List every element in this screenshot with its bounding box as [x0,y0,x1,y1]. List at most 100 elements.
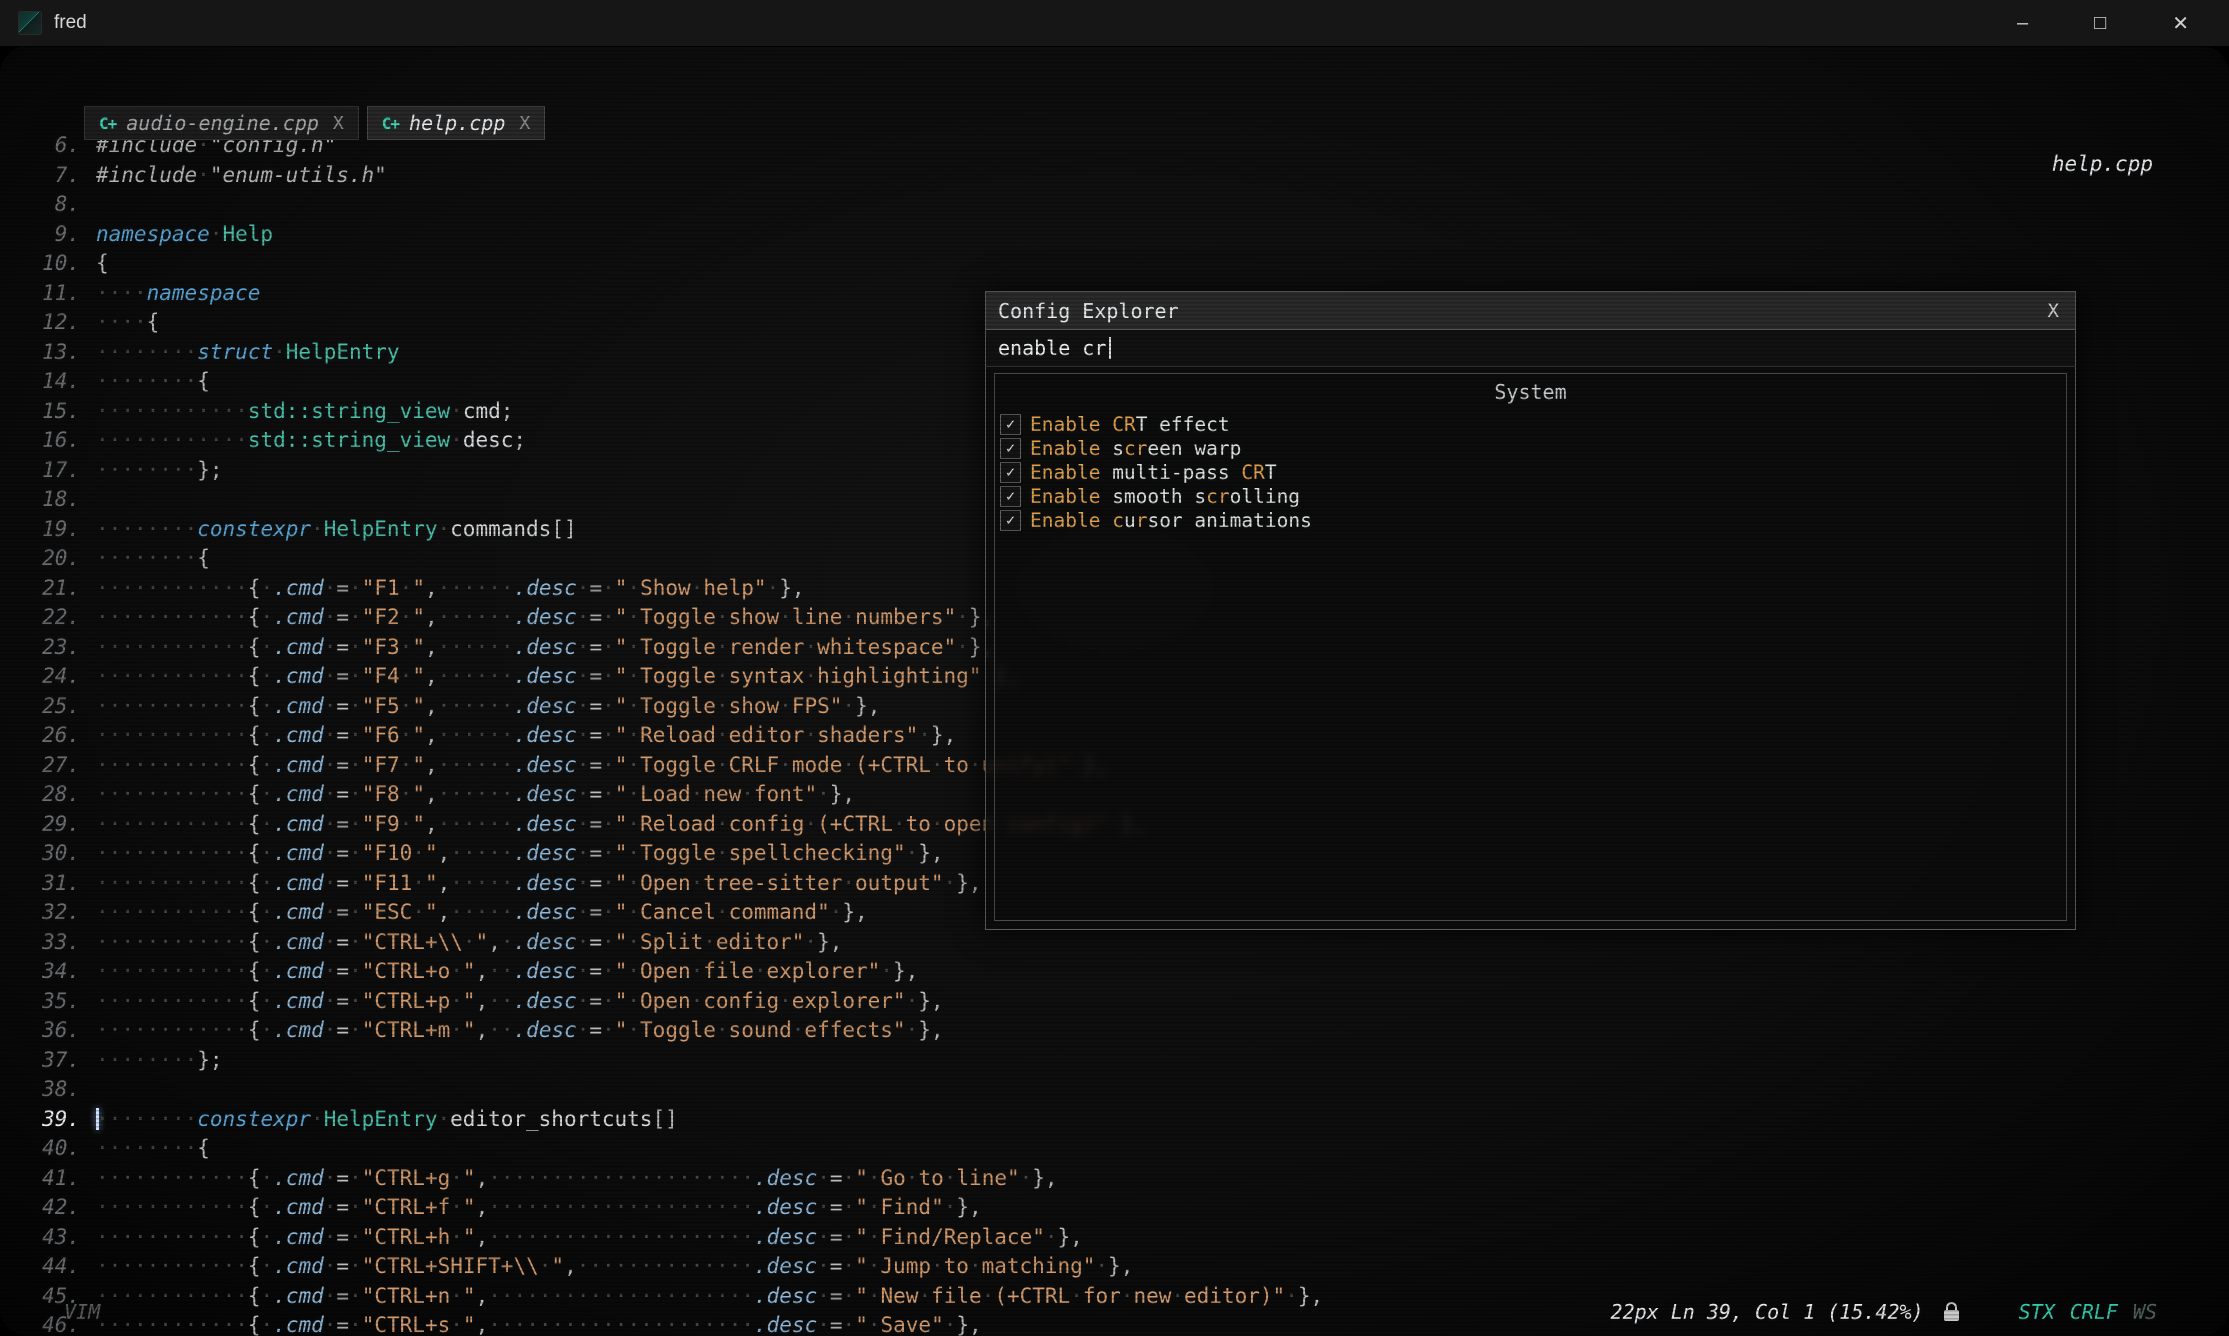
code-token: " [412,753,425,777]
code-token: "F7 [362,753,400,777]
whitespace-dot: · [134,1136,147,1160]
whitespace-dot: · [172,546,185,570]
whitespace-dot: · [400,694,413,718]
close-button[interactable]: ✕ [2172,11,2189,36]
code-line: 34.············{·.cmd·=·"CTRL+o·",··.des… [16,957,2229,987]
checkbox-checked-icon[interactable]: ✓ [1000,462,1021,483]
popup-close-button[interactable]: X [2044,300,2063,322]
search-input[interactable]: enable cr [986,330,2075,367]
whitespace-dot: · [716,1018,729,1042]
tab-help-cpp[interactable]: C+ help.cpp X [367,106,545,140]
whitespace-dot: · [147,841,160,865]
whitespace-dot: · [767,576,780,600]
config-item[interactable]: ✓Enable smooth scrolling [995,484,2066,508]
code-token: [] [652,1107,677,1131]
config-item[interactable]: ✓Enable screen warp [995,436,2066,460]
whitespace-dot: · [716,664,729,688]
checkbox-checked-icon[interactable]: ✓ [1000,438,1021,459]
whitespace-dot: · [488,1018,501,1042]
whitespace-dot: · [134,694,147,718]
whitespace-dot: · [817,1225,830,1249]
code-token: numbers" [855,605,956,629]
code-token: Toggle [640,605,716,629]
whitespace-dot: · [197,989,210,1013]
whitespace-dot: · [627,576,640,600]
whitespace-dot: · [463,782,476,806]
whitespace-dot: · [463,900,476,924]
whitespace-dot: · [159,428,172,452]
code-token: }, [1108,1254,1133,1278]
whitespace-dot: · [185,1107,198,1131]
whitespace-dot: · [210,812,223,836]
code-token: new [703,782,741,806]
code-token: = [336,576,349,600]
tab-close-icon[interactable]: X [519,113,530,134]
tab-label: help.cpp [409,111,505,135]
whitespace-dot: · [172,753,185,777]
whitespace-dot: · [627,871,640,895]
whitespace-dot: · [438,723,451,747]
whitespace-dot: · [210,841,223,865]
code-token: effects" [804,1018,905,1042]
whitespace-dot: · [159,871,172,895]
checkbox-checked-icon[interactable]: ✓ [1000,414,1021,435]
whitespace-dot: · [185,1195,198,1219]
whitespace-dot: · [741,1195,754,1219]
code-token: { [248,871,261,895]
code-token: " [615,959,628,983]
whitespace-dot: · [817,1254,830,1278]
minimize-button[interactable]: – [2017,12,2028,35]
whitespace-dot: · [147,458,160,482]
checkbox-checked-icon[interactable]: ✓ [1000,486,1021,507]
config-item[interactable]: ✓Enable CRT effect [995,412,2066,436]
code-token: " [615,753,628,777]
whitespace-dot: · [121,989,134,1013]
whitespace-dot: · [438,517,451,541]
whitespace-dot: · [349,576,362,600]
code-token: { [248,1195,261,1219]
line-number: 28. [16,780,80,810]
whitespace-dot: · [223,635,236,659]
code-line: 39.········constexpr·HelpEntry·editor_sh… [16,1105,2229,1135]
tab-close-icon[interactable]: X [333,113,344,134]
whitespace-dot: · [463,664,476,688]
code-token: , [476,1225,489,1249]
line-number: 24. [16,662,80,692]
code-token: .desc [514,664,577,688]
code-token: matching" [982,1254,1096,1278]
whitespace-dot: · [906,1166,919,1190]
whitespace-dot: · [615,1254,628,1278]
checkbox-checked-icon[interactable]: ✓ [1000,510,1021,531]
code-line: 38. [16,1075,2229,1105]
whitespace-dot: · [109,694,122,718]
code-token: .desc [514,959,577,983]
code-token: Load [640,782,691,806]
whitespace-dot: · [627,635,640,659]
config-item[interactable]: ✓Enable multi-pass CRT [995,460,2066,484]
whitespace-dot: · [324,576,337,600]
whitespace-dot: · [956,635,969,659]
code-token: = [589,930,602,954]
code-token: to [944,1254,969,1278]
config-item[interactable]: ✓Enable cursor animations [995,508,2066,532]
whitespace-dot: · [691,1225,704,1249]
whitespace-dot: · [488,605,501,629]
whitespace-dot: · [109,1136,122,1160]
whitespace-dot: · [172,340,185,364]
tab-audio-engine-cpp[interactable]: C+ audio-engine.cpp X [84,106,359,140]
whitespace-dot: · [109,458,122,482]
code-token: = [589,635,602,659]
code-token: .cmd [273,605,324,629]
whitespace-dot: · [172,989,185,1013]
whitespace-dot: · [159,1018,172,1042]
code-token: { [248,723,261,747]
code-token: { [248,576,261,600]
code-token: = [589,782,602,806]
whitespace-dot: · [438,753,451,777]
whitespace-dot: · [121,841,134,865]
maximize-button[interactable]: □ [2094,12,2106,35]
code-token: , [425,605,438,629]
whitespace-dot: · [210,576,223,600]
whitespace-dot: · [678,1166,691,1190]
code-token: command" [729,900,830,924]
